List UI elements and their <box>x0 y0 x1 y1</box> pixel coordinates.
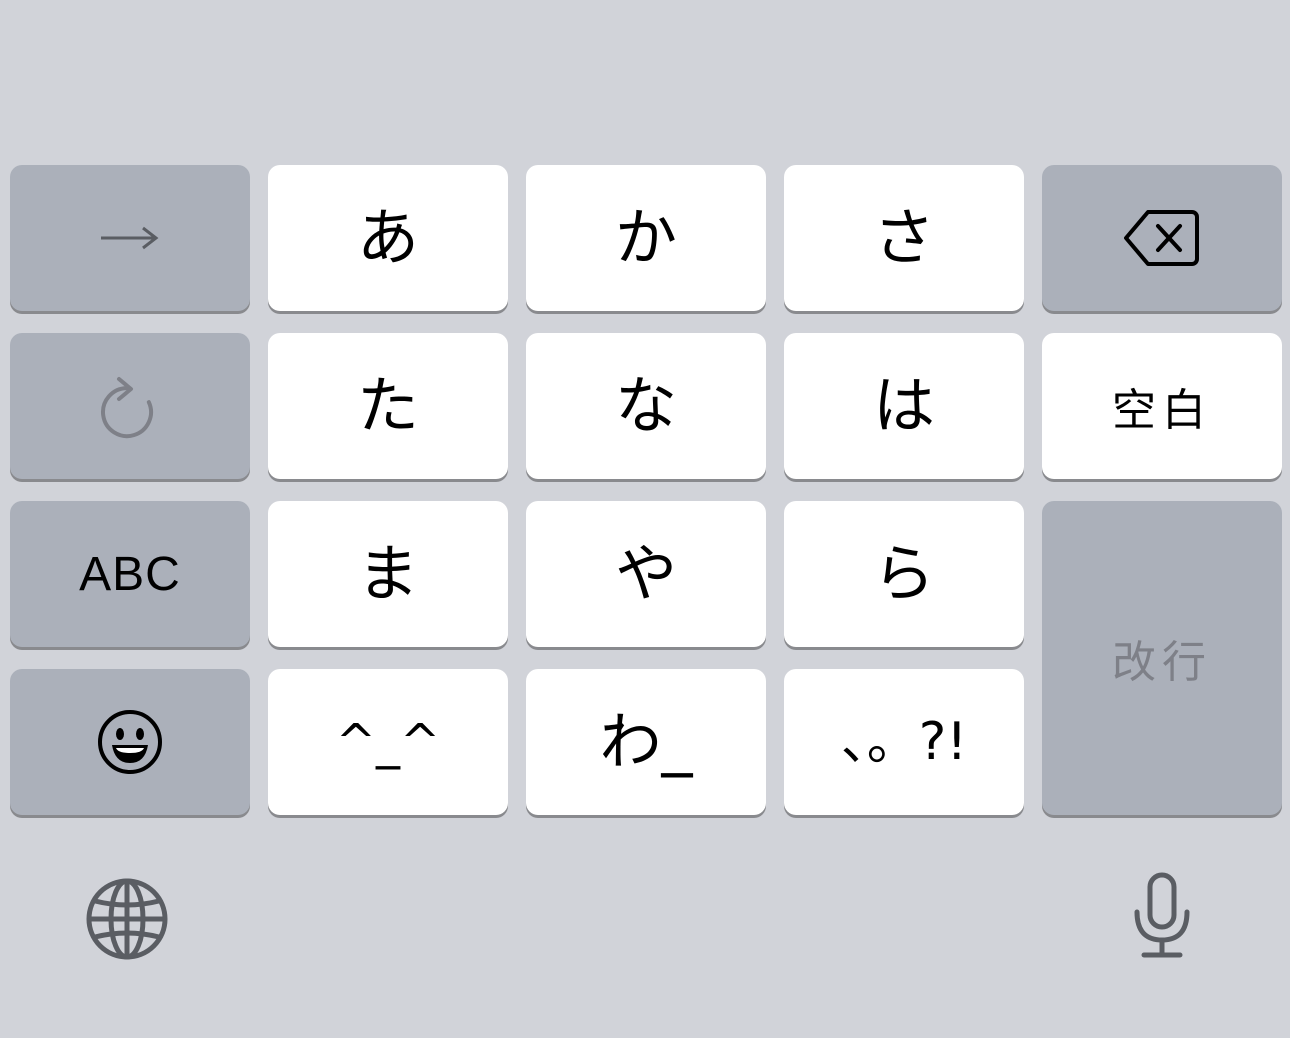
key-label: ら <box>872 537 935 610</box>
key-label: た <box>356 369 419 442</box>
delete-backspace-icon <box>1124 210 1199 266</box>
key-label: か <box>614 201 677 274</box>
key-label: 、。?! <box>840 712 968 772</box>
kana-key-na[interactable]: な <box>526 333 766 479</box>
globe-icon <box>86 878 168 960</box>
abc-mode-key[interactable]: ABC <box>10 501 250 647</box>
japanese-kana-keyboard: あ か さ た な は 空白 ABC ま や ら 改行 ^_^ わ_ 、。?! <box>0 0 1290 1038</box>
key-label: ^_^ <box>335 714 441 770</box>
kana-key-ka[interactable]: か <box>526 165 766 311</box>
kana-key-ma[interactable]: ま <box>268 501 508 647</box>
key-label: あ <box>356 201 419 274</box>
key-label: や <box>614 537 677 610</box>
return-key-label: 改行 <box>1112 637 1212 688</box>
space-key[interactable]: 空白 <box>1042 333 1282 479</box>
space-key-label: 空白 <box>1112 385 1212 436</box>
kana-key-ta[interactable]: た <box>268 333 508 479</box>
delete-key[interactable] <box>1042 165 1282 311</box>
abc-key-label: ABC <box>79 547 181 601</box>
emoji-key[interactable] <box>10 669 250 815</box>
key-label: は <box>872 369 935 442</box>
microphone-icon <box>1134 872 1190 958</box>
return-key[interactable]: 改行 <box>1042 501 1282 815</box>
key-label: わ_ <box>599 705 693 778</box>
emoji-icon <box>98 710 162 774</box>
kana-key-ya[interactable]: や <box>526 501 766 647</box>
kana-key-wa[interactable]: わ_ <box>526 669 766 815</box>
next-candidate-key[interactable] <box>10 165 250 311</box>
key-label: ま <box>356 537 419 610</box>
undo-icon <box>101 377 153 439</box>
undo-key[interactable] <box>10 333 250 479</box>
right-arrow-icon <box>101 226 159 250</box>
globe-button[interactable] <box>84 876 170 962</box>
kana-key-ha[interactable]: は <box>784 333 1024 479</box>
kana-key-sa[interactable]: さ <box>784 165 1024 311</box>
key-label: さ <box>872 201 935 274</box>
kana-key-ra[interactable]: ら <box>784 501 1024 647</box>
kana-key-a[interactable]: あ <box>268 165 508 311</box>
kaomoji-key[interactable]: ^_^ <box>268 669 508 815</box>
key-label: な <box>614 369 677 442</box>
microphone-button[interactable] <box>1124 868 1200 962</box>
punctuation-key[interactable]: 、。?! <box>784 669 1024 815</box>
